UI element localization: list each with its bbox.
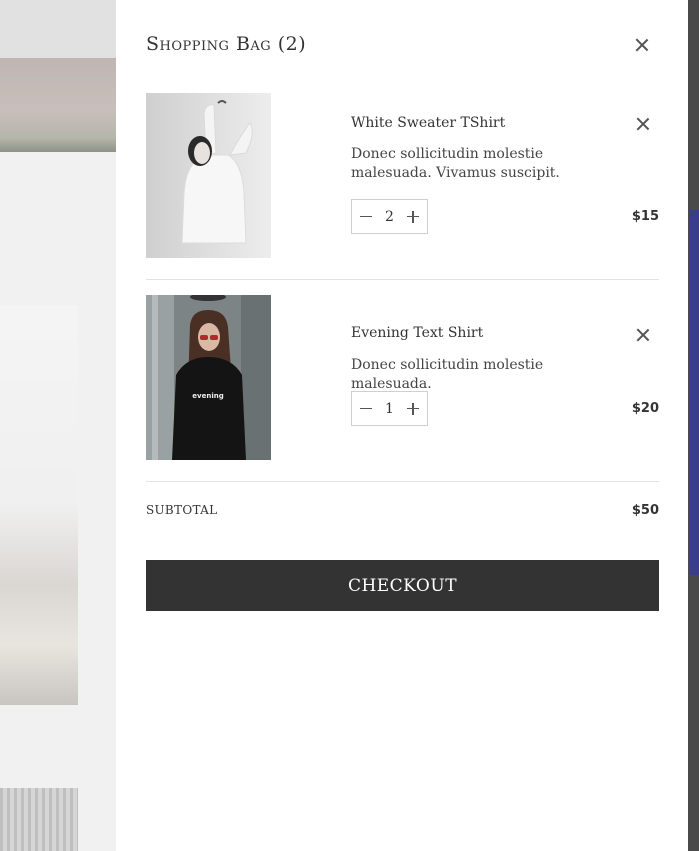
minus-icon[interactable] [360,403,372,415]
checkout-button[interactable]: CHECKOUT [146,560,659,611]
cart-item-name[interactable]: White Sweater TShirt [351,115,505,131]
plus-icon[interactable] [406,402,419,415]
divider [146,481,659,482]
product-image-white-sweater[interactable] [146,93,271,258]
divider [146,279,659,280]
cart-item-description: Donec sollicitudin molestie malesuada. [351,357,544,392]
cart-item: White Sweater TShirt Donec sollicitudin … [146,93,659,258]
cart-item-price: $20 [631,401,659,416]
quantity-stepper: 2 [351,199,428,234]
remove-item-icon[interactable] [636,117,650,131]
background-accent-edge [690,210,699,575]
shopping-bag-drawer: Shopping Bag (2) White Sweater TShirt Do… [116,0,688,851]
remove-item-icon[interactable] [636,328,650,342]
page: Shopping Bag (2) White Sweater TShirt Do… [0,0,699,851]
cart-item: evening Evening Text Shirt Donec sollici… [146,295,659,460]
quantity-stepper: 1 [351,391,428,426]
close-drawer-icon[interactable] [635,38,649,52]
shirt-print-text: evening [192,392,223,400]
plus-icon[interactable] [406,210,419,223]
quantity-value[interactable]: 1 [385,401,394,417]
subtotal-label: SUBTOTAL [146,503,218,517]
cart-item-price: $15 [631,209,659,224]
product-image-evening-shirt[interactable]: evening [146,295,271,460]
cart-item-description: Donec sollicitudin molestie malesuada. V… [351,146,560,181]
minus-icon[interactable] [360,211,372,223]
quantity-value[interactable]: 2 [385,209,394,225]
subtotal-value: $50 [631,503,659,518]
cart-item-name[interactable]: Evening Text Shirt [351,325,483,341]
drawer-title: Shopping Bag (2) [146,33,307,55]
